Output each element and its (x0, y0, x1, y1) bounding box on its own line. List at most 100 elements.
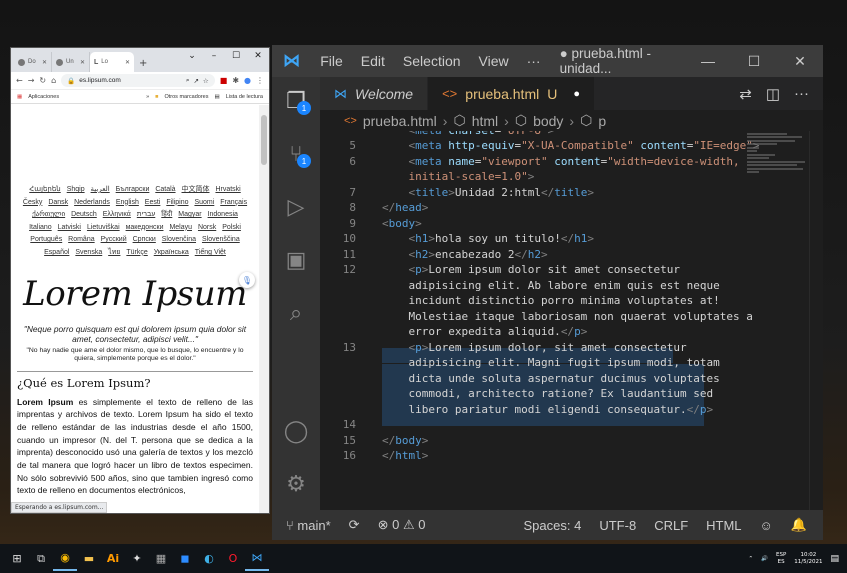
language-indicator[interactable]: ESP ES (776, 552, 786, 566)
profile-avatar-icon[interactable]: ● (244, 76, 251, 85)
breadcrumb-html[interactable]: html (472, 113, 498, 129)
language-link[interactable]: Slovenščina (202, 236, 240, 243)
language-link[interactable]: Norsk (198, 224, 216, 231)
language-link[interactable]: Українська (154, 249, 189, 256)
bookmark-reading-list[interactable]: Lista de lectura (226, 94, 263, 100)
language-link[interactable]: Filipino (166, 199, 188, 206)
run-debug-icon[interactable]: ▷ (272, 187, 320, 227)
language-link[interactable]: Pyccкий (101, 236, 127, 243)
bookmarks-chevron-icon[interactable]: » (146, 94, 149, 100)
editor-scrollbar[interactable] (809, 131, 823, 510)
breadcrumb-file[interactable]: prueba.html (363, 113, 437, 129)
compare-icon[interactable]: ⇄ (739, 85, 752, 103)
address-bar[interactable]: 🔒 es.lipsum.com ⌕ ↗ ☆ (61, 74, 215, 87)
language-link[interactable]: Česky (23, 199, 42, 206)
microphone-icon[interactable]: 🎙 (239, 272, 255, 288)
source-control-icon[interactable]: ⑂ 1 (272, 134, 320, 174)
app-icon[interactable]: ✦ (125, 547, 149, 571)
scrollbar-thumb[interactable] (261, 115, 267, 165)
explorer-icon[interactable]: ❐ 1 (272, 81, 320, 121)
language-link[interactable]: Polski (222, 224, 241, 231)
language-link[interactable]: Tiếng Việt (195, 249, 226, 256)
language-link[interactable]: Magyar (178, 211, 201, 218)
language-link[interactable]: Deutsch (71, 211, 97, 218)
bookmark-star-icon[interactable]: ☆ (203, 77, 209, 85)
language-link[interactable]: Nederlands (74, 199, 110, 206)
language-link[interactable]: Français (220, 199, 247, 206)
search-icon[interactable]: ⌕ (272, 293, 320, 333)
vscode-taskbar-icon[interactable]: ⋈ (245, 547, 269, 571)
language-link[interactable]: Lietuviškai (87, 224, 120, 231)
language-link[interactable]: Հայերեն (29, 186, 60, 193)
edge-icon[interactable]: ◐ (197, 547, 221, 571)
browser-tab-3[interactable]: L Lo ✕ (90, 52, 134, 72)
language-link[interactable]: Suomi (194, 199, 214, 206)
language-link[interactable]: Српски (133, 236, 156, 243)
minimize-icon[interactable]: – (203, 48, 225, 64)
encoding-indicator[interactable]: UTF-8 (599, 518, 636, 533)
extension-icon[interactable]: ■ (220, 76, 228, 85)
unsaved-dot-icon[interactable]: ● (573, 88, 580, 100)
split-editor-icon[interactable]: ◫ (766, 85, 780, 103)
language-link[interactable]: Dansk (48, 199, 68, 206)
language-link[interactable]: 中文简体 (182, 186, 210, 193)
language-link[interactable]: Shqip (67, 186, 85, 193)
language-link[interactable]: English (116, 199, 139, 206)
browser-scrollbar[interactable] (259, 105, 269, 513)
language-link[interactable]: Hrvatski (215, 186, 240, 193)
zoom-icon[interactable]: ◼ (173, 547, 197, 571)
more-actions-icon[interactable]: ··· (794, 85, 809, 102)
language-link[interactable]: עברית (137, 211, 156, 218)
language-link[interactable]: Português (30, 236, 62, 243)
menu-more[interactable]: ··· (518, 53, 550, 69)
branch-indicator[interactable]: ⑂ main* (286, 518, 331, 533)
language-link[interactable]: Latviski (58, 224, 81, 231)
language-link[interactable]: Italiano (29, 224, 52, 231)
menu-edit[interactable]: Edit (352, 53, 394, 69)
language-link[interactable]: македонски (126, 224, 164, 231)
new-tab-icon[interactable]: + (134, 58, 152, 72)
close-icon[interactable]: ✕ (42, 59, 47, 66)
extensions-icon[interactable]: ▣ (272, 240, 320, 280)
problems-indicator[interactable]: ⊗ 0 ⚠ 0 (378, 517, 426, 533)
back-icon[interactable]: ← (16, 76, 23, 85)
close-icon[interactable]: ✕ (125, 59, 130, 66)
zoom-icon[interactable]: ⌕ (186, 77, 190, 85)
menu-selection[interactable]: Selection (394, 53, 470, 69)
sync-icon[interactable]: ⟳ (349, 517, 360, 533)
language-link[interactable]: Indonesia (208, 211, 238, 218)
language-link[interactable]: Eesti (145, 199, 161, 206)
reload-icon[interactable]: ↻ (39, 76, 46, 85)
menu-file[interactable]: File (311, 53, 352, 69)
language-link[interactable]: ქართული (32, 211, 65, 218)
language-link[interactable]: Български (116, 186, 150, 193)
language-link[interactable]: हिंदी (161, 211, 172, 218)
language-link[interactable]: Svenska (75, 249, 102, 256)
task-view-icon[interactable]: ⧉ (29, 547, 53, 571)
language-link[interactable]: Català (155, 186, 175, 193)
bookmark-other[interactable]: Otros marcadores (164, 94, 208, 100)
language-link[interactable]: Ελληνικά (103, 211, 131, 218)
language-link[interactable]: ไทย (108, 249, 120, 256)
tray-chevron-icon[interactable]: ⌃ (749, 556, 754, 562)
menu-view[interactable]: View (470, 53, 518, 69)
language-mode-indicator[interactable]: HTML (706, 518, 741, 533)
forward-icon[interactable]: → (28, 76, 35, 85)
eol-indicator[interactable]: CRLF (654, 518, 688, 533)
notification-center-icon[interactable]: ▤ (830, 554, 839, 564)
minimap[interactable] (747, 131, 809, 191)
code-editor[interactable]: <meta charset="UTF-8"> 5 <meta http-equi… (320, 131, 823, 510)
settings-gear-icon[interactable]: ⚙ (272, 464, 320, 504)
notifications-bell-icon[interactable]: 🔔 (791, 517, 807, 533)
tab-welcome[interactable]: ⋈ Welcome (320, 77, 429, 110)
language-link[interactable]: Español (44, 249, 69, 256)
tab-search-icon[interactable]: ⌄ (181, 48, 203, 64)
feedback-icon[interactable]: ☺ (760, 518, 773, 533)
opera-icon[interactable]: O (221, 547, 245, 571)
clock[interactable]: 10:02 11/5/2021 (794, 552, 822, 566)
share-icon[interactable]: ↗ (193, 77, 198, 85)
maximize-icon[interactable]: ☐ (225, 48, 247, 64)
maximize-icon[interactable]: ☐ (731, 53, 777, 70)
breadcrumb-body[interactable]: body (533, 113, 563, 129)
windows-start-icon[interactable]: ⊞ (5, 547, 29, 571)
